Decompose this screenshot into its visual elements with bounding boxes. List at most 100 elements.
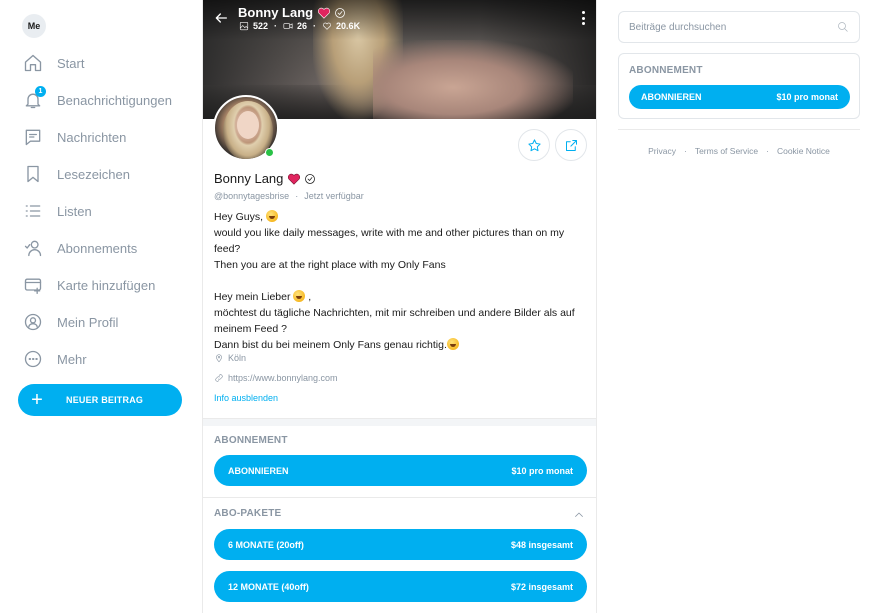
image-icon [239, 21, 249, 31]
photos-count: 522 [253, 21, 269, 31]
plus-icon: + [31, 389, 43, 411]
sidebar-item-lists[interactable]: Listen [22, 198, 92, 224]
more-options-icon[interactable] [580, 11, 586, 25]
smile-emoji-icon [446, 338, 459, 350]
bio-line: Hey Guys, [214, 211, 266, 223]
sidebar-item-label: Benachrichtigungen [57, 92, 172, 108]
subscribe-price: $10 pro monat [776, 92, 838, 102]
likes-count: 20.6K [336, 21, 361, 31]
video-icon [283, 23, 293, 29]
smile-emoji-icon [265, 210, 278, 222]
chevron-up-icon[interactable] [573, 508, 585, 520]
verified-icon [334, 7, 346, 19]
sidebar-item-label: Mehr [57, 351, 87, 367]
sidebar-item-bookmarks[interactable]: Lesezeichen [22, 161, 130, 187]
message-icon [22, 126, 44, 148]
search-box [618, 11, 860, 43]
sidebar-item-notifications[interactable]: 1 Benachrichtigungen [22, 86, 172, 113]
bookmark-icon [22, 163, 44, 185]
profile-icon [22, 311, 44, 333]
profile-bio: Hey Guys, would you like daily messages,… [214, 209, 589, 353]
bio-line: Hey mein Lieber [214, 291, 294, 303]
availability-status: Jetzt verfügbar [304, 191, 364, 201]
sidebar-item-more[interactable]: Mehr [22, 346, 87, 372]
subscription-card-title: ABONNEMENT [629, 65, 703, 76]
subscribe-price: $10 pro monat [511, 465, 573, 476]
bio-line: Then you are at the right place with my … [214, 259, 446, 271]
sidebar-item-my-profile[interactable]: Mein Profil [22, 309, 118, 335]
more-icon [22, 348, 44, 370]
search-icon[interactable] [837, 21, 849, 33]
bundles-section-title: ABO-PAKETE [214, 508, 282, 519]
new-post-label: NEUER BEITRAG [66, 395, 144, 405]
sidebar-item-label: Nachrichten [57, 129, 127, 145]
videos-stat: 26 [283, 21, 307, 31]
location: Köln [214, 353, 246, 363]
bundle-label: 12 MONATE (40off) [228, 581, 309, 592]
subscribe-label: ABONNIEREN [641, 92, 702, 102]
sidebar-item-label: Mein Profil [57, 314, 119, 330]
back-arrow-icon[interactable] [213, 10, 229, 26]
bell-icon: 1 [22, 86, 46, 111]
heart-outline-icon [323, 22, 331, 30]
heart-icon [287, 173, 301, 185]
new-post-button[interactable]: + NEUER BEITRAG [18, 384, 182, 416]
sidebar-item-label: Listen [57, 203, 92, 219]
bundle-button-6-months[interactable]: 6 MONATE (20off) $48 insgesamt [214, 529, 587, 560]
bio-line: would you like daily messages, write wit… [214, 227, 568, 255]
videos-count: 26 [297, 21, 308, 31]
profile-column: Bonny Lang 522 · 26 · 20.6K Bonny Lang @… [202, 0, 597, 613]
divider [618, 129, 860, 130]
sidebar-item-add-card[interactable]: Karte hinzufügen [22, 272, 155, 298]
share-button[interactable] [555, 129, 587, 161]
location-pin-icon [216, 354, 222, 363]
bundle-price: $72 insgesamt [510, 581, 573, 592]
verified-icon [304, 173, 316, 185]
subscription-section-title: ABONNEMENT [214, 435, 288, 446]
cover-name: Bonny Lang [238, 5, 314, 20]
subscribe-label: ABONNIEREN [228, 465, 289, 476]
bundle-button-12-months[interactable]: 12 MONATE (40off) $72 insgesamt [214, 571, 587, 602]
online-status-dot [265, 148, 274, 157]
photos-stat: 522 [239, 21, 268, 31]
sidebar-item-subscriptions[interactable]: Abonnements [22, 235, 137, 261]
link-icon [215, 374, 223, 382]
card-icon [22, 274, 44, 296]
smile-emoji-icon [293, 290, 306, 302]
website-link[interactable]: https://www.bonnylang.com [214, 373, 338, 383]
favorite-button[interactable] [518, 129, 550, 161]
bio-line-suffix: , [305, 291, 312, 303]
cookie-notice-link[interactable]: Cookie Notice [777, 146, 830, 156]
subscribe-button-sidebar[interactable]: ABONNIEREN $10 pro monat [629, 85, 850, 109]
sidebar-item-messages[interactable]: Nachrichten [22, 124, 126, 150]
subscribe-button[interactable]: ABONNIEREN $10 pro monat [214, 455, 587, 486]
bio-line: Dann bist du bei meinem Only Fans genau … [214, 339, 447, 351]
cover-title: Bonny Lang [238, 5, 346, 20]
terms-link[interactable]: Terms of Service [695, 146, 758, 156]
sidebar-item-start[interactable]: Start [22, 50, 84, 76]
divider [203, 497, 596, 498]
website-text: https://www.bonnylang.com [228, 373, 338, 383]
hide-info-link[interactable]: Info ausblenden [214, 393, 278, 403]
likes-stat: 20.6K [322, 21, 360, 31]
heart-icon [317, 7, 331, 19]
footer-links: Privacy · Terms of Service · Cookie Noti… [648, 146, 830, 156]
bio-line: möchtest du tägliche Nachrichten, mit mi… [214, 307, 578, 335]
profile-name-text: Bonny Lang [214, 171, 284, 186]
avatar[interactable]: Me [22, 14, 46, 38]
star-icon [527, 138, 541, 151]
home-icon [22, 52, 44, 74]
notification-badge: 1 [35, 86, 46, 97]
list-icon [22, 200, 44, 222]
location-text: Köln [228, 353, 247, 363]
subscriptions-icon [22, 237, 44, 259]
profile-name: Bonny Lang [214, 171, 316, 186]
sidebar-item-label: Start [57, 55, 85, 71]
cover-stats: 522 · 26 · 20.6K [239, 21, 360, 31]
sidebar-item-label: Karte hinzufügen [57, 277, 156, 293]
privacy-link[interactable]: Privacy [648, 146, 676, 156]
bundle-price: $48 insgesamt [510, 539, 573, 550]
bundle-label: 6 MONATE (20off) [228, 539, 304, 550]
sidebar-item-label: Abonnements [57, 240, 138, 256]
search-input[interactable] [629, 21, 837, 33]
